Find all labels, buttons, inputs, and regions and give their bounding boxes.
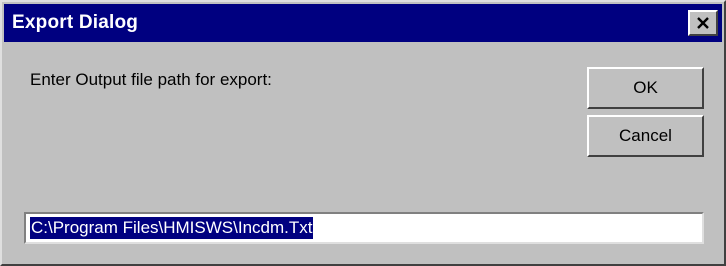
selected-path-text: C:\Program Files\HMISWS\Incdm.Txt <box>30 217 314 239</box>
export-dialog-window: Export Dialog Enter Output file path for… <box>0 0 726 266</box>
close-icon <box>696 17 710 29</box>
ok-button[interactable]: OK <box>587 67 704 109</box>
prompt-label: Enter Output file path for export: <box>30 70 272 89</box>
window-title: Export Dialog <box>12 12 139 33</box>
output-path-field[interactable]: C:\Program Files\HMISWS\Incdm.Txt <box>24 212 704 244</box>
title-bar[interactable]: Export Dialog <box>4 4 722 42</box>
cancel-button[interactable]: Cancel <box>587 115 704 157</box>
close-button[interactable] <box>688 10 718 36</box>
